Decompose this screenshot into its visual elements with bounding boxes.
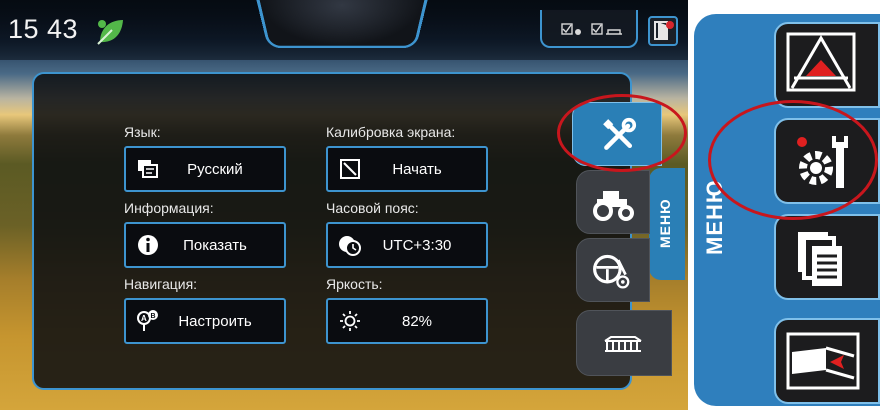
exit-icon xyxy=(654,21,674,40)
calibration-label: Калибровка экрана: xyxy=(326,124,456,140)
svg-text:A: A xyxy=(141,314,147,323)
settings-panel: Язык: Русский Калибровка экрана: Начать xyxy=(32,72,632,390)
leaf-icon xyxy=(97,20,123,45)
highlight-ring xyxy=(557,94,687,172)
navigation-label: Навигация: xyxy=(124,276,198,292)
language-value: Русский xyxy=(187,160,243,178)
navigation-value: Настроить xyxy=(178,312,252,330)
navigation-button[interactable]: A B Настроить xyxy=(124,298,286,344)
zoom-tile-guidance[interactable] xyxy=(774,22,880,108)
brightness-icon xyxy=(340,311,360,331)
timezone-icon xyxy=(339,236,361,256)
info-button[interactable]: Показать xyxy=(124,222,286,268)
info-icon xyxy=(138,235,158,255)
navigation-setting: Навигация: A B Настроить xyxy=(124,276,286,344)
field-record-icon xyxy=(786,332,860,390)
zoom-tile-field-record[interactable] xyxy=(774,318,880,404)
timezone-setting: Часовой пояс: UTC+3:30 xyxy=(326,200,488,268)
language-icon xyxy=(138,160,158,178)
zoomed-menu: МЕНЮ xyxy=(688,0,880,410)
brightness-setting: Яркость: 82% xyxy=(326,276,488,344)
calibration-icon xyxy=(340,159,360,179)
sprayer-icon xyxy=(604,336,642,352)
guidance-icon xyxy=(786,32,856,92)
status-icons xyxy=(561,23,622,35)
zoom-tile-documents[interactable] xyxy=(774,214,880,300)
language-label: Язык: xyxy=(124,124,161,140)
menu-tab-steering[interactable] xyxy=(576,238,650,302)
menu-label: МЕНЮ xyxy=(657,198,673,248)
info-value: Показать xyxy=(183,236,247,254)
language-setting: Язык: Русский xyxy=(124,124,286,192)
top-notch xyxy=(254,0,430,49)
info-setting: Информация: Показать xyxy=(124,200,286,268)
menu-tab-tractor[interactable] xyxy=(576,170,650,234)
calibration-value: Начать xyxy=(392,160,442,178)
brightness-value: 82% xyxy=(401,312,433,330)
steering-icon xyxy=(593,254,630,289)
timezone-button[interactable]: UTC+3:30 xyxy=(326,222,488,268)
zoom-highlight-ring xyxy=(708,100,878,220)
documents-icon xyxy=(798,232,842,286)
brightness-label: Яркость: xyxy=(326,276,383,292)
tractor-icon xyxy=(593,191,634,221)
navigation-ab-icon: A B xyxy=(137,310,158,331)
exit-button[interactable] xyxy=(648,16,678,46)
menu-tab-sprayer[interactable] xyxy=(576,310,672,376)
calibration-button[interactable]: Начать xyxy=(326,146,488,192)
timezone-value: UTC+3:30 xyxy=(382,236,452,254)
calibration-setting: Калибровка экрана: Начать xyxy=(326,124,488,192)
info-label: Информация: xyxy=(124,200,214,216)
terminal-screen: 15 43 Язык: Русский Калибровка экрана: Н… xyxy=(0,0,688,410)
svg-text:B: B xyxy=(151,313,156,320)
clock: 15 43 xyxy=(8,14,79,44)
language-button[interactable]: Русский xyxy=(124,146,286,192)
brightness-button[interactable]: 82% xyxy=(326,298,488,344)
timezone-label: Часовой пояс: xyxy=(326,200,419,216)
